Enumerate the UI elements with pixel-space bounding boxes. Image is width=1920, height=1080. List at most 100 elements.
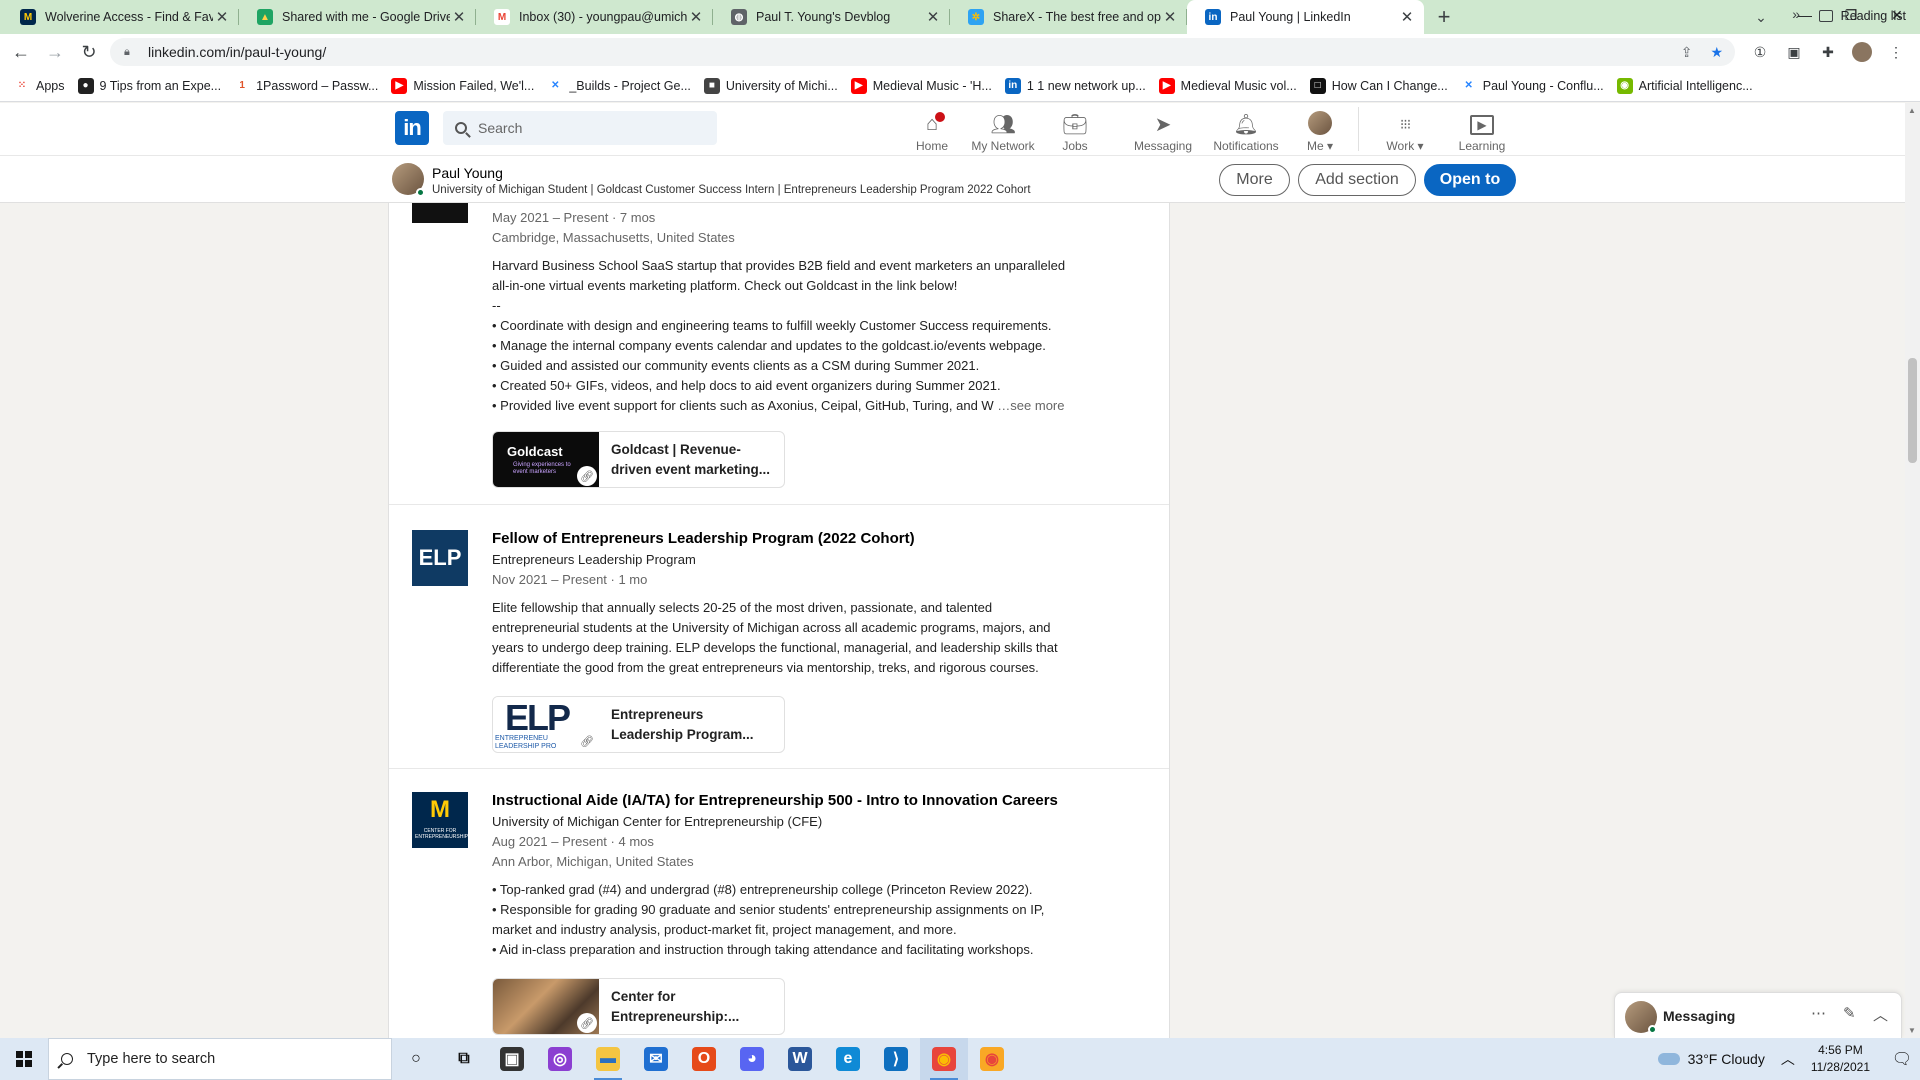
taskbar-app-discord[interactable]: ◕ — [728, 1038, 776, 1080]
profile-avatar-icon[interactable] — [1852, 42, 1872, 62]
tab-title: ShareX - The best free and open — [993, 10, 1161, 24]
address-bar[interactable]: 🔒︎ linkedin.com/in/paul-t-young/ ⇪ ★ — [110, 38, 1735, 66]
gmail-icon: M — [494, 9, 510, 25]
tray-chevron-up-icon[interactable]: ︿ — [1781, 1049, 1795, 1069]
globe-icon: ◍ — [731, 9, 747, 25]
bookmark-item[interactable]: in 1 1 new network up... — [1004, 77, 1146, 94]
bookmark-item[interactable]: ◉ Artificial Intelligenc... — [1616, 77, 1753, 94]
nav-item-briefcase[interactable]: 💼︎ Jobs — [1050, 107, 1100, 154]
close-tab-icon[interactable]: ✕ — [450, 8, 468, 26]
cfe-logo-m: M — [430, 796, 450, 823]
close-tab-icon[interactable]: ✕ — [1398, 8, 1416, 26]
bookmark-item[interactable]: ▶ Medieval Music vol... — [1158, 77, 1297, 94]
open-to-button[interactable]: Open to — [1424, 164, 1516, 196]
close-tab-icon[interactable]: ✕ — [687, 8, 705, 26]
reload-icon[interactable]: ↻ — [76, 39, 102, 65]
taskbar-app-mail[interactable]: ✉ — [632, 1038, 680, 1080]
mail-icon: ✉ — [644, 1047, 668, 1071]
browser-menu-icon[interactable]: ⋮ — [1886, 42, 1906, 62]
scrollbar-thumb[interactable] — [1908, 358, 1917, 463]
taskbar-app-cortana[interactable]: ○ — [392, 1038, 440, 1080]
linkedin-search-input[interactable]: Search — [443, 111, 717, 145]
nav-item-send[interactable]: ➤ Messaging — [1128, 107, 1198, 154]
bookmark-item[interactable]: ▶ Medieval Music - 'H... — [850, 77, 992, 94]
more-button[interactable]: More — [1219, 164, 1290, 196]
onepassword-extension-icon[interactable]: ① — [1750, 42, 1770, 62]
nav-item-avatar[interactable]: Me ▾ — [1300, 107, 1340, 153]
weather-widget[interactable]: 33°F Cloudy — [1657, 1051, 1765, 1067]
umich-cfe-logo[interactable]: M CENTER FOR ENTREPRENEURSHIP — [412, 792, 468, 848]
taskbar-app-word[interactable]: W — [776, 1038, 824, 1080]
bookmark-star-icon[interactable]: ★ — [1710, 44, 1723, 61]
forward-arrow-icon[interactable]: → — [42, 39, 68, 65]
taskbar-app-edge[interactable]: e — [824, 1038, 872, 1080]
taskbar-app-podcast[interactable]: ◎ — [536, 1038, 584, 1080]
nav-item-learning[interactable]: ▶ Learning — [1447, 107, 1517, 153]
share-icon[interactable]: ⇪ — [1681, 44, 1693, 61]
nav-item-grid[interactable]: ⁝⁝⁝ Work ▾ — [1375, 107, 1435, 154]
browser-tab[interactable]: M Wolverine Access - Find & Favori ✕ — [2, 0, 239, 34]
taskbar-app-task-view[interactable]: ⧉ — [440, 1038, 488, 1080]
add-section-button[interactable]: Add section — [1298, 164, 1416, 196]
scroll-down-arrow-icon[interactable]: ▼ — [1908, 1026, 1916, 1035]
browser-tab[interactable]: M Inbox (30) - youngpau@umich.ec ✕ — [476, 0, 713, 34]
see-more-link[interactable]: …see more — [994, 398, 1064, 413]
bookmark-item[interactable]: ✕ _Builds - Project Ge... — [547, 77, 691, 94]
goldcast-logo[interactable] — [412, 203, 468, 223]
bookmark-item[interactable]: ⁙ Apps — [14, 77, 65, 94]
close-tab-icon[interactable]: ✕ — [1161, 8, 1179, 26]
taskbar-app-vscode[interactable]: ⟩ — [872, 1038, 920, 1080]
experience-role[interactable]: Fellow of Entrepreneurs Leadership Progr… — [492, 528, 1112, 550]
screen-capture-extension-icon[interactable]: ▣ — [1784, 42, 1804, 62]
browser-tab[interactable]: ◍ Paul T. Young's Devblog ✕ — [713, 0, 950, 34]
close-tab-icon[interactable]: ✕ — [924, 8, 942, 26]
elp-thumb-sub: ENTREPRENEU LEADERSHIP PRO — [495, 735, 557, 750]
sticky-profile-bar: Paul Young University of Michigan Studen… — [0, 155, 1905, 203]
more-options-icon[interactable]: ⋯ — [1811, 1004, 1826, 1022]
linkedin-logo-icon[interactable]: in — [395, 111, 429, 145]
avatar-icon — [1308, 111, 1332, 135]
scroll-up-arrow-icon[interactable]: ▲ — [1908, 106, 1916, 115]
extensions-puzzle-icon[interactable]: ✚ — [1818, 42, 1838, 62]
windows-start-button[interactable] — [0, 1038, 48, 1080]
bookmark-item[interactable]: ▶ Mission Failed, We'l... — [391, 77, 534, 94]
new-tab-button[interactable]: + — [1430, 0, 1458, 34]
taskbar-app-store[interactable]: ▣ — [488, 1038, 536, 1080]
url-text: linkedin.com/in/paul-t-young/ — [148, 44, 327, 60]
reading-list-button[interactable]: Reading list — [1818, 0, 1906, 32]
media-link-cfe[interactable]: 🔗︎ Center for Entrepreneurship:... — [492, 978, 785, 1035]
nav-item-bell[interactable]: 🔔︎ Notifications — [1206, 107, 1286, 154]
browser-tab[interactable]: in Paul Young | LinkedIn ✕ — [1187, 0, 1424, 34]
experience-role[interactable]: Instructional Aide (IA/TA) for Entrepren… — [492, 790, 1112, 812]
messaging-overlay[interactable]: Messaging ⋯ ✎ ︿ — [1614, 992, 1902, 1038]
browser-tab[interactable]: ✲ ShareX - The best free and open ✕ — [950, 0, 1187, 34]
bookmark-item[interactable]: ■ University of Michi... — [703, 77, 838, 94]
bookmark-item[interactable]: 1 1Password – Passw... — [234, 77, 378, 94]
bookmark-item[interactable]: ✕ Paul Young - Conflu... — [1460, 77, 1604, 94]
chevron-up-icon[interactable]: ︿ — [1873, 1004, 1888, 1025]
clock[interactable]: 4:56 PM 11/28/2021 — [1811, 1042, 1870, 1076]
nav-item-network[interactable]: 👥︎ My Network — [963, 107, 1043, 154]
browser-tab[interactable]: ▲ Shared with me - Google Drive ✕ — [239, 0, 476, 34]
elp-logo[interactable]: ELP — [412, 530, 468, 586]
taskbar-search-input[interactable]: Type here to search — [48, 1038, 392, 1080]
experience-dates: Nov 2021 – Present · 1 mo — [492, 572, 648, 587]
bookmark-item[interactable]: ● 9 Tips from an Expe... — [77, 77, 221, 94]
taskbar-app-file-explorer[interactable]: ▬ — [584, 1038, 632, 1080]
taskbar-app-chrome-canary[interactable]: ◉ — [968, 1038, 1016, 1080]
close-tab-icon[interactable]: ✕ — [213, 8, 231, 26]
experience-description: Elite fellowship that annually selects 2… — [492, 600, 1058, 675]
compose-icon[interactable]: ✎ — [1843, 1004, 1856, 1022]
notification-center-icon[interactable]: 🗨︎ — [1884, 1049, 1920, 1069]
page-scrollbar[interactable]: ▲ ▼ — [1905, 103, 1920, 1038]
media-link-elp[interactable]: ELP ENTREPRENEU LEADERSHIP PRO 🔗︎ Entrep… — [492, 696, 785, 753]
taskbar-app-chrome[interactable]: ◉ — [920, 1038, 968, 1080]
media-link-goldcast[interactable]: Goldcast Giving experiences to event mar… — [492, 431, 785, 488]
bookmarks-overflow-icon[interactable]: » — [1792, 6, 1800, 22]
back-arrow-icon[interactable]: ← — [8, 39, 34, 65]
linkedin-global-nav: in Search ⌂ Home 👥︎ My Network 💼︎ Jobs ➤ Messag… — [0, 103, 1905, 155]
bookmark-item[interactable]: □ How Can I Change... — [1309, 77, 1448, 94]
tab-search-chevron-icon[interactable]: ⌄ — [1747, 4, 1775, 30]
taskbar-app-office[interactable]: O — [680, 1038, 728, 1080]
nav-item-home[interactable]: ⌂ Home — [902, 107, 962, 153]
